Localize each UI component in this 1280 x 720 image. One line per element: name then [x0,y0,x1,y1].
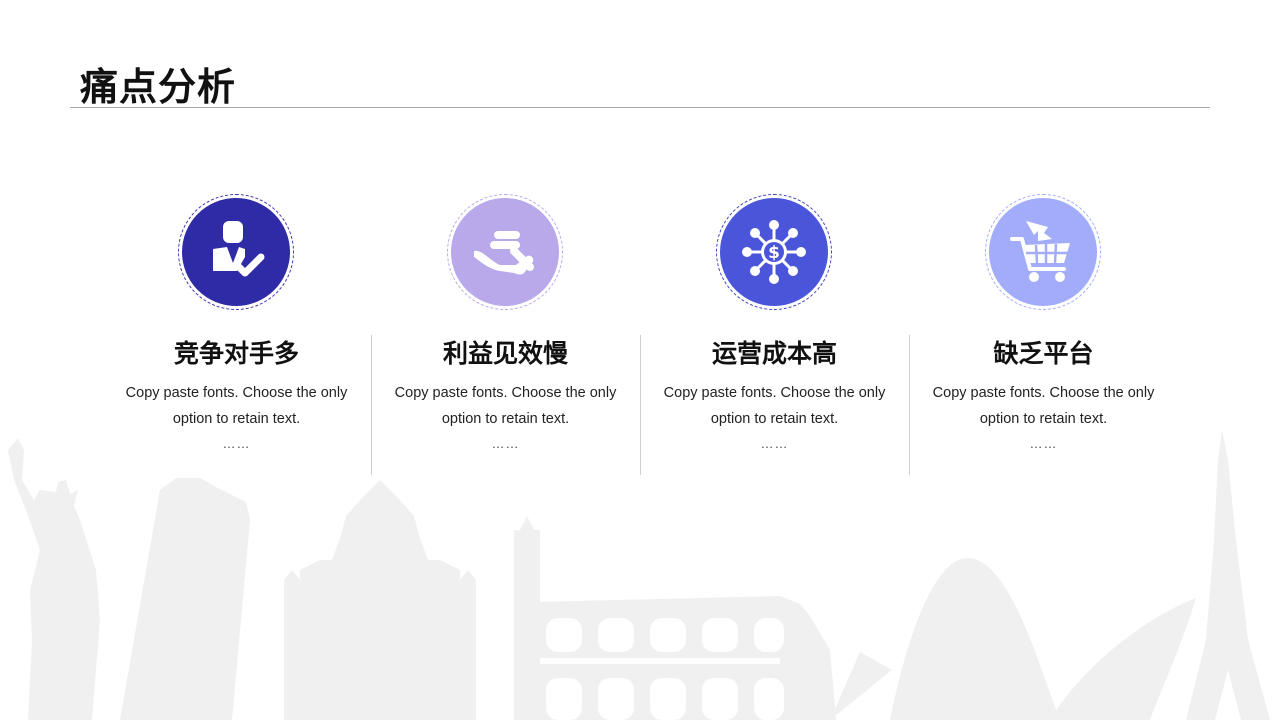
card-operating-cost: $ 运营成本高 Copy paste fonts. Choose the onl… [640,190,909,480]
hand-coins-icon [474,231,534,275]
shopping-cart-icon [1010,221,1070,282]
icon-disc [989,198,1097,306]
card-competitors: 竞争对手多 Copy paste fonts. Choose the only … [102,190,371,480]
card-description: Copy paste fonts. Choose the only option… [932,385,1155,427]
title-underline [70,107,1210,108]
card-title: 竞争对手多 [173,339,299,368]
icon-disc: $ [720,198,828,306]
icon-disc [451,198,559,306]
card-slow-returns: 利益见效慢 Copy paste fonts. Choose the only … [371,190,640,480]
dollar-network-icon: $ [742,220,806,284]
card-title: 利益见效慢 [442,339,568,368]
pain-point-cards: 竞争对手多 Copy paste fonts. Choose the only … [102,190,1178,480]
card-title: 缺乏平台 [993,339,1094,368]
card-title: 运营成本高 [711,339,837,368]
card-description: Copy paste fonts. Choose the only option… [663,385,886,427]
card-description: Copy paste fonts. Choose the only option… [394,385,617,427]
page-title: 痛点分析 [80,65,237,109]
card-ellipsis: …… [760,436,789,451]
card-lack-platform: 缺乏平台 Copy paste fonts. Choose the only o… [909,190,1178,480]
card-ellipsis: …… [491,436,520,451]
businessman-check-icon [213,221,265,277]
svg-text:$: $ [768,243,780,263]
icon-disc [182,198,290,306]
card-ellipsis: …… [1029,436,1058,451]
card-description: Copy paste fonts. Choose the only option… [125,385,348,427]
card-ellipsis: …… [222,436,251,451]
